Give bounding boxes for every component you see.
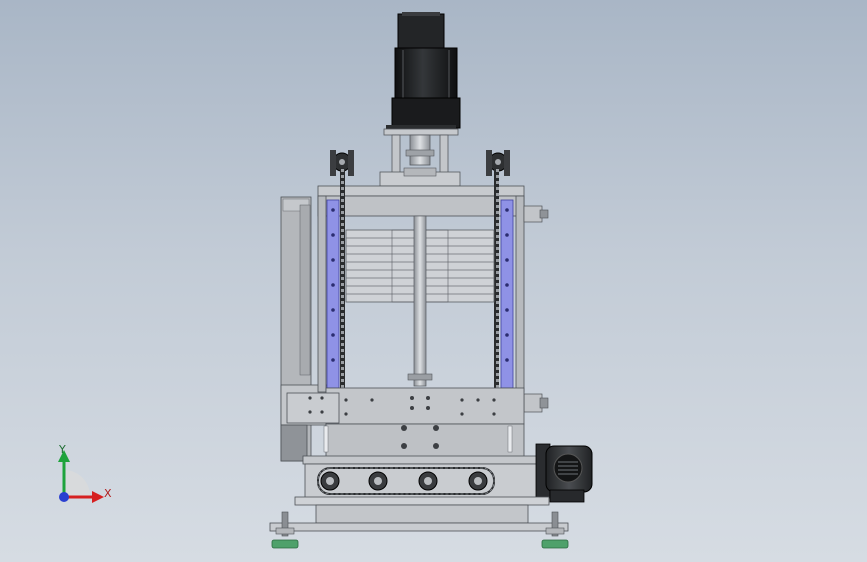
machine-assembly[interactable] bbox=[0, 0, 867, 562]
leveling-foot-right-icon bbox=[541, 511, 569, 549]
linear-rail-right bbox=[500, 199, 514, 389]
sensor-bracket-lower bbox=[523, 393, 549, 413]
servo-motor-icon[interactable] bbox=[386, 12, 461, 131]
linear-rail-left bbox=[326, 199, 340, 389]
conveyor-roller-2-icon bbox=[368, 471, 388, 491]
z-axis-dot bbox=[59, 492, 69, 502]
sensor-bracket-upper bbox=[523, 205, 549, 223]
leveling-foot-left-icon bbox=[271, 511, 299, 549]
drive-chain-right bbox=[494, 168, 499, 388]
machine-base bbox=[269, 496, 569, 532]
conveyor-roller-1-icon bbox=[320, 471, 340, 491]
x-axis-label: X bbox=[104, 487, 112, 500]
frame-upright-right bbox=[515, 195, 525, 393]
cad-viewport[interactable]: Y X bbox=[0, 0, 867, 562]
gearmotor-icon[interactable] bbox=[535, 443, 593, 503]
conveyor-roller-3-icon bbox=[418, 471, 438, 491]
lift-carriage bbox=[286, 387, 525, 459]
axis-triad[interactable] bbox=[58, 450, 104, 503]
motor-bracket bbox=[379, 128, 461, 187]
x-axis-arrowhead bbox=[92, 491, 104, 503]
conveyor-roller-4-icon bbox=[468, 471, 488, 491]
top-crossbeam bbox=[317, 185, 525, 217]
y-axis-label: Y bbox=[59, 443, 66, 456]
frame-upright-left bbox=[317, 195, 327, 393]
drive-chain-left bbox=[340, 168, 345, 388]
